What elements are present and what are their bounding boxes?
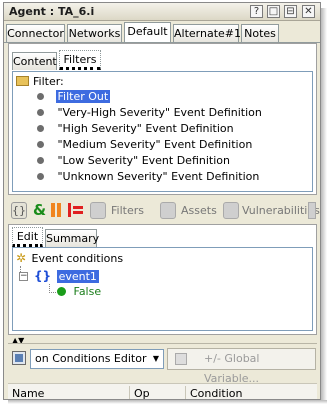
conditions-panel: Edit Summary ✲ Event conditions − {} eve…	[8, 224, 317, 335]
filter-tree[interactable]: Filter: Filter Out "Very-High Severity" …	[12, 71, 313, 192]
collapse-icon[interactable]: −	[19, 272, 28, 281]
tab-filters[interactable]: Filters	[59, 50, 101, 70]
filter-item-label: "High Severity" Event Definition	[57, 122, 234, 135]
title-bar[interactable]: Agent : TA_6.i ? □ ⊟ ✕	[4, 3, 320, 21]
folder-icon	[16, 76, 29, 86]
column-divider[interactable]	[185, 386, 186, 399]
column-op[interactable]: Op	[134, 387, 150, 399]
filter-item-low[interactable]: "Low Severity" Event Definition	[37, 153, 230, 169]
column-divider[interactable]	[129, 386, 130, 399]
event-conditions-root[interactable]: ✲ Event conditions	[16, 250, 123, 266]
filter-item-very-high[interactable]: "Very-High Severity" Event Definition	[37, 105, 262, 121]
tab-edit[interactable]: Edit	[12, 227, 43, 247]
conditions-tree[interactable]: ✲ Event conditions − {} event1 False	[12, 247, 313, 331]
splitter-line	[8, 343, 317, 344]
filters-toolbar-label[interactable]: Filters	[111, 204, 144, 217]
filter-item-label: Filter Out	[55, 90, 111, 103]
tab-summary[interactable]: Summary	[45, 229, 99, 247]
bullet-icon	[37, 173, 44, 180]
chevron-down-icon: ▼	[152, 354, 159, 363]
bullet-icon	[37, 141, 44, 148]
green-dot-icon	[57, 287, 66, 296]
filter-item-label: "Very-High Severity" Event Definition	[57, 106, 262, 119]
tab-connector[interactable]: Connector	[6, 24, 65, 43]
filters-toolbar-icon	[90, 202, 106, 219]
bullet-icon	[37, 109, 44, 116]
maximize-button[interactable]: □	[267, 5, 280, 18]
filter-item-medium[interactable]: "Medium Severity" Event Definition	[37, 137, 252, 153]
false-label: False	[73, 285, 102, 298]
not-icon[interactable]	[68, 203, 83, 217]
event-conditions-label: Event conditions	[31, 252, 124, 265]
tab-alternate-1[interactable]: Alternate#1	[173, 24, 241, 43]
or-icon[interactable]	[51, 203, 62, 217]
restore-button[interactable]: ⊟	[284, 5, 297, 18]
tab-content[interactable]: Content	[12, 52, 57, 70]
braces-icon: {}	[34, 269, 52, 283]
event1-label: event1	[56, 270, 99, 283]
filter-item-label: "Low Severity" Event Definition	[57, 154, 230, 167]
bullet-icon	[37, 157, 44, 164]
filter-item-high[interactable]: "High Severity" Event Definition	[37, 121, 234, 137]
filter-item-label: "Medium Severity" Event Definition	[57, 138, 253, 151]
brace-icon[interactable]: {}	[11, 202, 27, 219]
false-node[interactable]: False	[57, 284, 101, 300]
filter-item-label: "Unknown Severity" Event Definition	[57, 170, 260, 183]
toolbar-overflow-icon[interactable]	[308, 202, 316, 219]
assets-toolbar-label[interactable]: Assets	[181, 204, 217, 217]
filters-panel: Content Filters Filter: Filter Out "Very…	[8, 43, 317, 195]
global-variable-icon	[175, 353, 187, 365]
window-shadow-bottom	[8, 400, 327, 404]
tab-notes[interactable]: Notes	[241, 24, 279, 43]
tab-default[interactable]: Default	[124, 22, 171, 43]
star-icon: ✲	[16, 251, 27, 265]
filter-item-unknown[interactable]: "Unknown Severity" Event Definition	[37, 169, 259, 185]
editor-dropdown[interactable]: on Conditions Editor ▼	[30, 349, 164, 369]
and-icon[interactable]: &	[33, 201, 46, 219]
editor-dropdown-value: on Conditions Editor	[35, 352, 147, 365]
tree-connector-child	[49, 284, 56, 293]
conditions-table-header: Name Op Condition	[8, 383, 317, 399]
agent-window: Agent : TA_6.i ? □ ⊟ ✕ Connector Network…	[3, 2, 321, 400]
bullet-icon	[37, 125, 44, 132]
tab-networks[interactable]: Networks	[67, 24, 122, 43]
column-name[interactable]: Name	[12, 387, 44, 399]
column-condition[interactable]: Condition	[190, 387, 243, 399]
filter-item-filter-out[interactable]: Filter Out	[37, 89, 111, 105]
window-shadow-right	[321, 8, 327, 400]
event1-node[interactable]: {} event1	[34, 268, 99, 284]
filter-root-label: Filter:	[33, 75, 64, 88]
filter-root[interactable]: Filter:	[16, 74, 64, 90]
editor-icon[interactable]	[12, 351, 26, 365]
window-title: Agent : TA_6.i	[9, 5, 95, 18]
global-variable-button[interactable]: +/- Global Variable...	[167, 348, 316, 385]
assets-toolbar-icon	[160, 202, 176, 219]
bullet-icon	[37, 93, 44, 100]
vulnerabilities-toolbar-icon	[223, 202, 239, 219]
help-button[interactable]: ?	[250, 5, 263, 18]
close-button[interactable]: ✕	[302, 5, 315, 18]
condition-toolbar: {} & Filters Assets Vulnerabilities	[8, 199, 320, 223]
